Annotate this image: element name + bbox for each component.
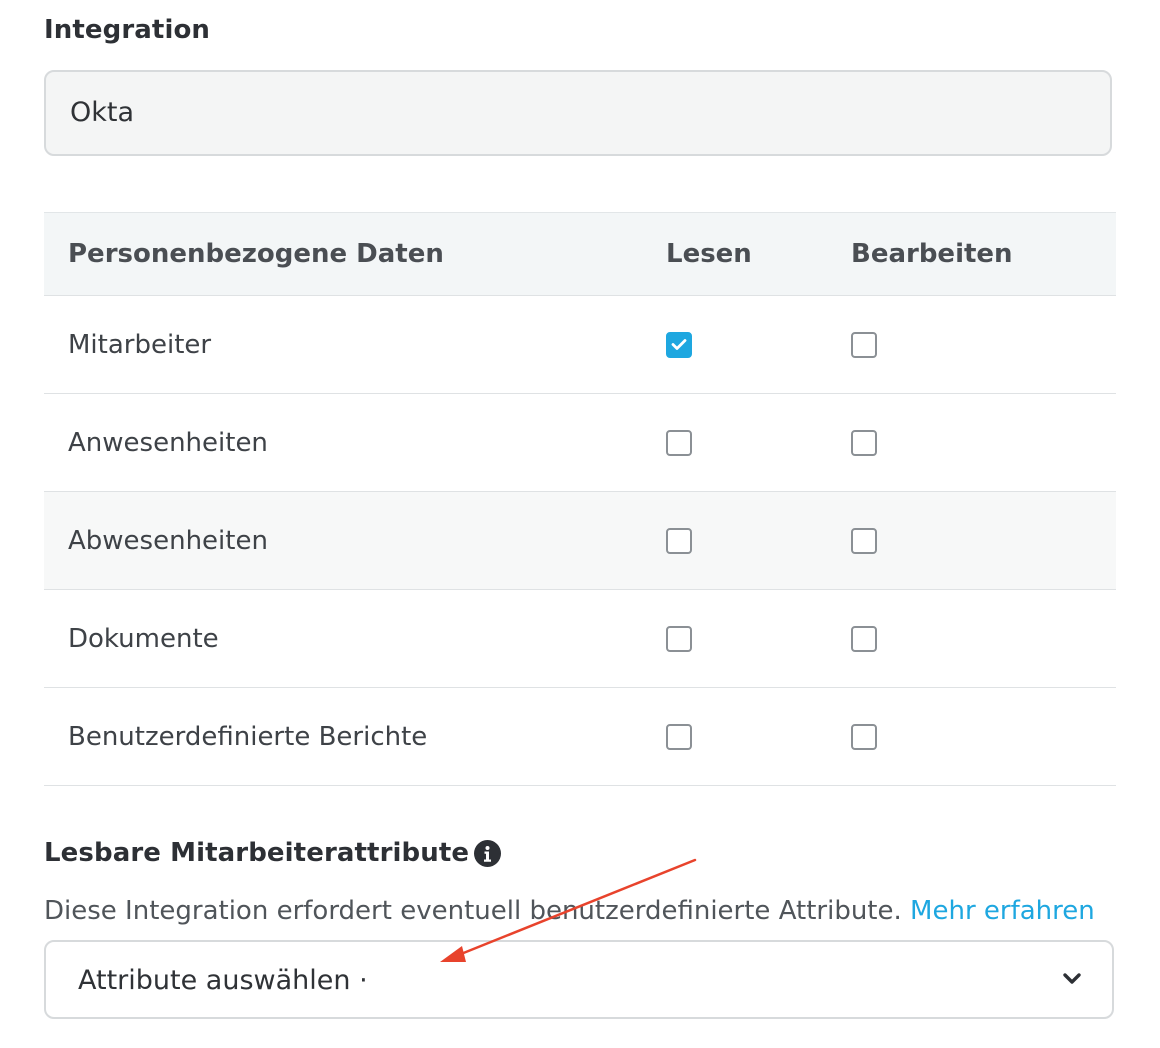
info-icon[interactable]	[474, 839, 502, 867]
row-label-dokumente: Dokumente	[68, 623, 219, 654]
chevron-down-icon	[1063, 973, 1081, 984]
table-row: Benutzerdefinierte Berichte	[44, 688, 1116, 786]
attributes-select[interactable]: Attribute auswählen ·	[44, 940, 1114, 1019]
header-read: Lesen	[666, 239, 752, 269]
read-checkbox-abwesenheiten[interactable]	[666, 527, 692, 554]
table-row: Dokumente	[44, 590, 1116, 688]
integration-settings-page: Integration Okta Personenbezogene Daten …	[0, 0, 1160, 1048]
header-edit: Bearbeiten	[851, 239, 1013, 269]
learn-more-link[interactable]: Mehr erfahren	[910, 896, 1095, 926]
readable-attributes-heading: Lesbare Mitarbeiterattribute	[44, 838, 502, 868]
row-label-mitarbeiter: Mitarbeiter	[68, 329, 212, 360]
edit-checkbox-mitarbeiter[interactable]	[851, 331, 877, 358]
table-row: Abwesenheiten	[44, 492, 1116, 590]
edit-checkbox-anwesenheiten[interactable]	[851, 429, 877, 456]
edit-checkbox-berichte[interactable]	[851, 723, 877, 750]
row-label-benutzerdefinierte-berichte: Benutzerdefinierte Berichte	[68, 721, 428, 752]
integration-name-field[interactable]: Okta	[44, 70, 1112, 156]
permissions-table-header: Personenbezogene Daten Lesen Bearbeiten	[44, 212, 1116, 296]
read-checkbox-dokumente[interactable]	[666, 625, 692, 652]
row-label-anwesenheiten: Anwesenheiten	[68, 427, 268, 458]
read-checkbox-mitarbeiter[interactable]	[666, 331, 692, 358]
row-label-abwesenheiten: Abwesenheiten	[68, 525, 268, 556]
attributes-help-text: Diese Integration erfordert eventuell be…	[44, 896, 1095, 926]
table-row: Anwesenheiten	[44, 394, 1116, 492]
readable-attributes-label: Lesbare Mitarbeiterattribute	[44, 838, 470, 868]
read-checkbox-anwesenheiten[interactable]	[666, 429, 692, 456]
permissions-table: Personenbezogene Daten Lesen Bearbeiten …	[44, 212, 1116, 786]
header-personal-data: Personenbezogene Daten	[68, 239, 444, 269]
attributes-help-sentence: Diese Integration erfordert eventuell be…	[44, 896, 902, 926]
edit-checkbox-dokumente[interactable]	[851, 625, 877, 652]
read-checkbox-berichte[interactable]	[666, 723, 692, 750]
table-row: Mitarbeiter	[44, 296, 1116, 394]
integration-label: Integration	[44, 15, 211, 45]
edit-checkbox-abwesenheiten[interactable]	[851, 527, 877, 554]
attributes-select-value: Attribute auswählen ·	[78, 965, 368, 996]
